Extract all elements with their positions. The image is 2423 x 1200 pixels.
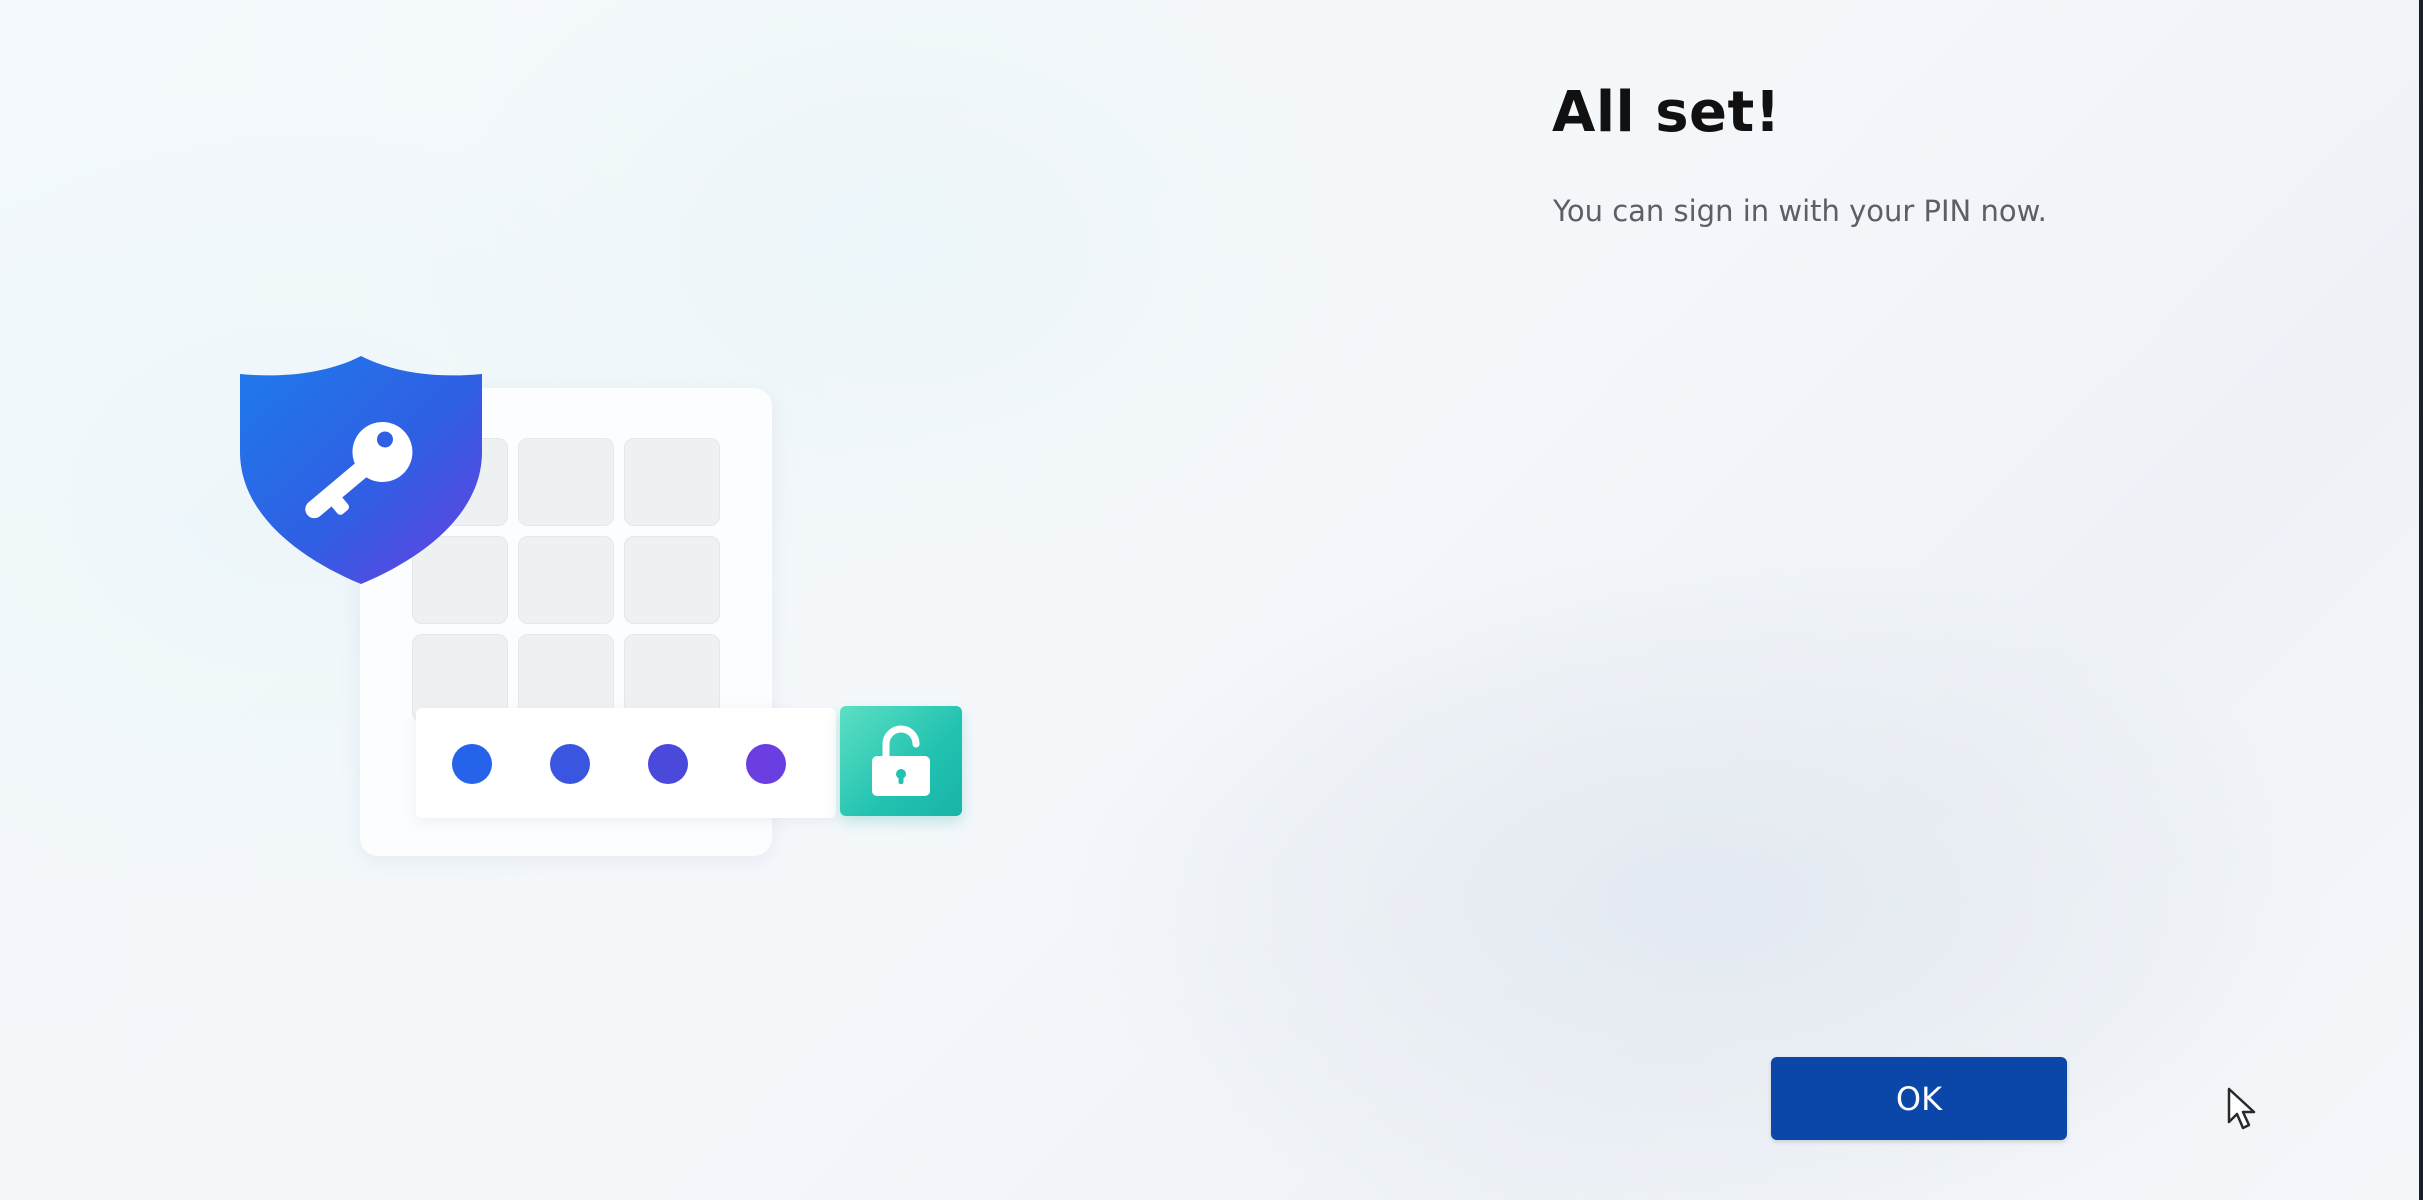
oobe-pin-complete-screen: All set! You can sign in with your PIN n… bbox=[0, 0, 2423, 1200]
pin-dot bbox=[746, 744, 786, 784]
arrow-pointer-icon bbox=[2227, 1087, 2256, 1130]
keypad-key bbox=[624, 536, 720, 624]
pin-dot bbox=[550, 744, 590, 784]
shield-key-icon bbox=[240, 356, 482, 584]
pin-dot bbox=[648, 744, 688, 784]
page-title: All set! bbox=[1552, 80, 1781, 145]
window-edge bbox=[2419, 0, 2423, 1200]
pin-illustration bbox=[236, 352, 966, 862]
page-message: You can sign in with your PIN now. bbox=[1553, 194, 2047, 228]
ok-button[interactable]: OK bbox=[1771, 1057, 2067, 1140]
keypad-key bbox=[518, 536, 614, 624]
unlocked-padlock-icon bbox=[840, 706, 962, 816]
keypad-key bbox=[624, 438, 720, 526]
pin-dot bbox=[452, 744, 492, 784]
pin-entry-bar bbox=[416, 708, 836, 818]
keypad-key bbox=[518, 438, 614, 526]
